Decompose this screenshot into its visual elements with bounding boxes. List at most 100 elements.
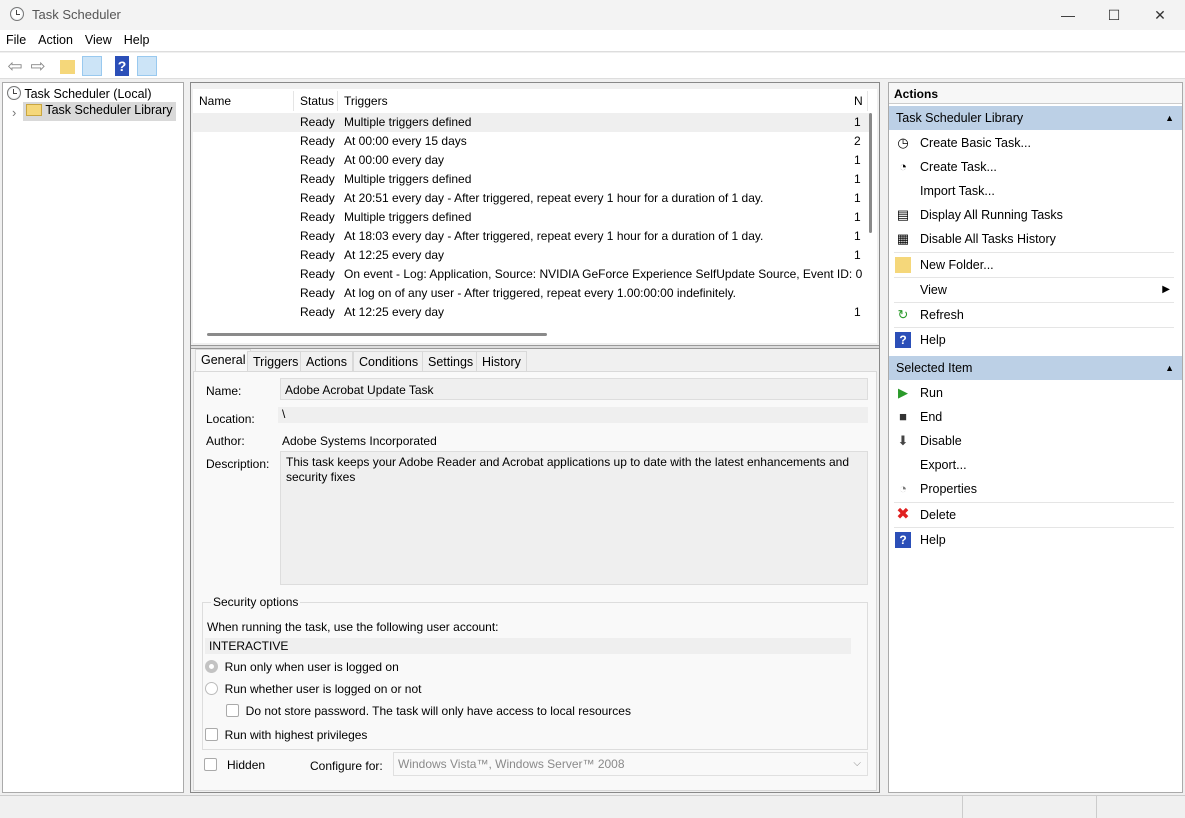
task-next-run: 2 [854, 132, 861, 151]
action-view[interactable]: View▶ [894, 277, 1174, 301]
task-row[interactable]: AMDAutoU...ReadyAt 00:00 every 15 days2 [193, 132, 869, 151]
task-trigger: At 12:25 every day [344, 246, 444, 265]
task-row[interactable]: NvNodeLau...ReadyAt log on of any user -… [193, 284, 869, 303]
task-row[interactable]: NVIDIA GeF...ReadyOn event - Log: Applic… [193, 265, 869, 284]
radio-label: Run only when user is logged on [225, 660, 399, 674]
tree-item-local[interactable]: Task Scheduler (Local) [7, 86, 152, 103]
tab-settings[interactable]: Settings [422, 351, 479, 372]
task-next-run: 1 [854, 113, 861, 132]
action-create-basic-task[interactable]: ◷Create Basic Task... [889, 131, 1182, 155]
action-label: Create Basic Task... [920, 136, 1031, 150]
column-header-name[interactable]: Name [193, 91, 294, 111]
task-row[interactable]: GoogleUpda...ReadyMultiple triggers defi… [193, 170, 869, 189]
action-export[interactable]: Export... [889, 453, 1182, 477]
minimize-button[interactable]: — [1045, 0, 1091, 30]
action-disable-history[interactable]: ▦Disable All Tasks History [889, 227, 1182, 251]
task-row[interactable]: NvDriverUp...ReadyAt 12:25 every day1 [193, 246, 869, 265]
task-next-run: 1 [854, 189, 861, 208]
action-label: Delete [920, 508, 956, 522]
task-list: Name Status Triggers N Adobe Acro...Read… [193, 89, 877, 343]
checkbox-icon [205, 728, 218, 741]
security-options-group: Security options When running the task, … [202, 602, 868, 750]
pane-splitter[interactable] [191, 345, 879, 349]
task-trigger: At 18:03 every day - After triggered, re… [344, 227, 763, 246]
close-button[interactable]: ✕ [1137, 0, 1183, 30]
tab-conditions[interactable]: Conditions [353, 351, 424, 372]
help-icon[interactable]: ? [115, 56, 129, 76]
checkbox-hidden[interactable]: Hidden [204, 758, 265, 772]
action-create-task[interactable]: ◔Create Task... [889, 155, 1182, 179]
action-label: Import Task... [920, 184, 995, 198]
tab-general[interactable]: General [195, 349, 251, 372]
menu-action[interactable]: Action [32, 30, 79, 47]
radio-run-logged-on[interactable]: Run only when user is logged on [205, 660, 399, 674]
action-end[interactable]: ■End [889, 405, 1182, 429]
vertical-scrollbar[interactable] [869, 113, 872, 233]
tree-item-label: Task Scheduler (Local) [24, 87, 151, 101]
task-row[interactable]: GoogleUpda...ReadyAt 20:51 every day - A… [193, 189, 869, 208]
forward-arrow-icon[interactable]: ⇨ [28, 56, 48, 76]
action-help[interactable]: ?Help [894, 327, 1174, 351]
task-row[interactable]: Adobe Acro...ReadyMultiple triggers defi… [193, 113, 869, 132]
folder-clock-icon [26, 104, 42, 116]
task-row[interactable]: MicrosoftEd...ReadyMultiple triggers def… [193, 208, 869, 227]
task-status: Ready [300, 265, 335, 284]
action-display-running-tasks[interactable]: ▤Display All Running Tasks [889, 203, 1182, 227]
task-row[interactable]: ETW Host Se...ReadyAt 00:00 every day1 [193, 151, 869, 170]
column-header-triggers[interactable]: Triggers [338, 91, 848, 111]
horizontal-scrollbar[interactable] [207, 333, 547, 336]
action-run[interactable]: ▶Run [889, 381, 1182, 405]
security-options-title: Security options [211, 595, 300, 609]
task-row[interactable]: MicrosoftEd...ReadyAt 18:03 every day - … [193, 227, 869, 246]
action-properties[interactable]: ◔Properties [889, 477, 1182, 501]
up-folder-icon[interactable] [60, 60, 75, 74]
back-arrow-icon[interactable]: ⇦ [5, 56, 25, 76]
action-import-task[interactable]: Import Task... [889, 179, 1182, 203]
task-status: Ready [300, 303, 335, 322]
action-disable[interactable]: ⬇Disable [889, 429, 1182, 453]
tab-history[interactable]: History [476, 351, 527, 372]
task-next-run: 1 [854, 246, 861, 265]
task-status: Ready [300, 284, 335, 303]
checkbox-do-not-store-password[interactable]: Do not store password. The task will onl… [226, 704, 631, 718]
actions-title: Actions [889, 83, 1182, 104]
create-task-icon: ◔ [895, 159, 911, 175]
task-next-run: 1 [854, 303, 861, 322]
tab-actions[interactable]: Actions [300, 351, 353, 372]
title-bar: Task Scheduler — ☐ ✕ [0, 0, 1185, 30]
menu-view[interactable]: View [79, 30, 118, 47]
action-label: New Folder... [920, 258, 994, 272]
task-trigger: Multiple triggers defined [344, 208, 471, 227]
status-divider [962, 796, 963, 818]
maximize-button[interactable]: ☐ [1091, 0, 1137, 30]
show-hide-action-pane-icon[interactable] [137, 56, 157, 76]
expand-chevron-icon[interactable]: › [12, 105, 16, 120]
menu-bar: FileActionViewHelp [0, 30, 1185, 52]
action-new-folder[interactable]: New Folder... [894, 252, 1174, 276]
tree-item-library[interactable]: Task Scheduler Library [23, 102, 176, 121]
tab-triggers[interactable]: Triggers [247, 351, 304, 372]
checkbox-highest-privileges[interactable]: Run with highest privileges [205, 728, 367, 742]
configure-for-value: Windows Vista™, Windows Server™ 2008 [398, 757, 625, 771]
section-task-scheduler-library[interactable]: Task Scheduler Library▲ [889, 106, 1182, 130]
action-help[interactable]: ?Help [894, 527, 1174, 551]
menu-help[interactable]: Help [118, 30, 156, 47]
action-delete[interactable]: ✖Delete [894, 502, 1174, 526]
task-row[interactable]: NvProfileUp...ReadyAt 12:25 every day1 [193, 303, 869, 322]
menu-file[interactable]: File [0, 30, 32, 47]
column-header-next[interactable]: N [848, 91, 868, 111]
task-trigger: On event - Log: Application, Source: NVI… [344, 265, 862, 284]
name-field[interactable]: Adobe Acrobat Update Task [280, 378, 868, 400]
show-hide-console-tree-icon[interactable] [82, 56, 102, 76]
section-selected-item[interactable]: Selected Item▲ [889, 356, 1182, 380]
tree-item-label: Task Scheduler Library [45, 103, 172, 117]
clock-icon [7, 86, 21, 100]
export-icon [895, 457, 911, 473]
description-field[interactable]: This task keeps your Adobe Reader and Ac… [280, 451, 868, 585]
configure-for-select[interactable]: Windows Vista™, Windows Server™ 2008⌵ [393, 752, 868, 776]
column-header-status[interactable]: Status [294, 91, 338, 111]
radio-run-whether-logged-on[interactable]: Run whether user is logged on or not [205, 682, 421, 696]
task-status: Ready [300, 113, 335, 132]
disable-history-icon: ▦ [895, 231, 911, 247]
action-refresh[interactable]: ↻Refresh [894, 302, 1174, 326]
